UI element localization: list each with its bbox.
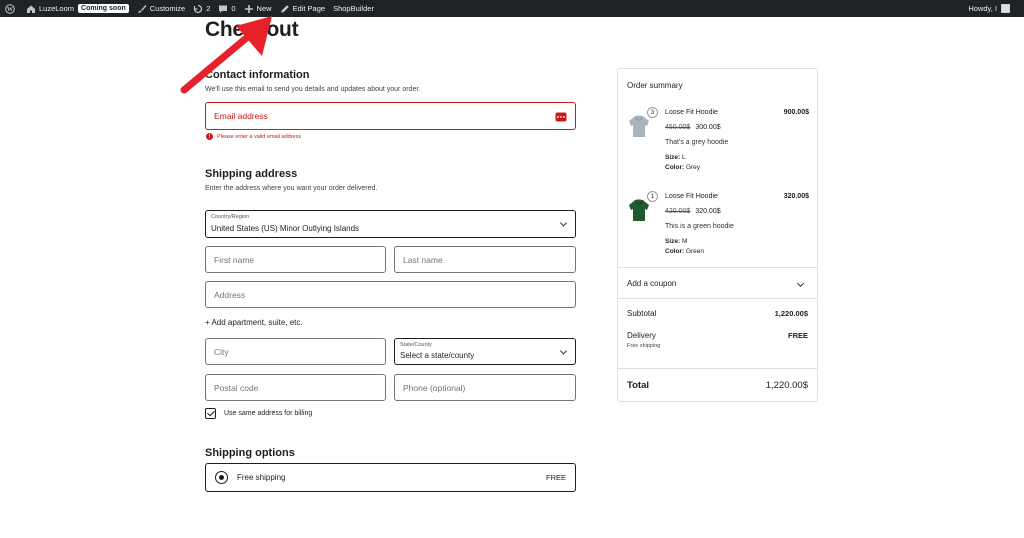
same-billing-option: Use same address for billing <box>205 408 312 419</box>
coming-soon-badge: Coming soon <box>78 4 129 13</box>
add-apartment-link[interactable]: + Add apartment, suite, etc. <box>205 318 303 327</box>
same-billing-checkbox[interactable] <box>205 408 216 419</box>
address-placeholder: Address <box>214 289 246 300</box>
item-description: That's a grey hoodie <box>665 139 729 146</box>
chevron-down-icon <box>559 346 568 355</box>
divider <box>618 368 817 369</box>
autofill-icon <box>555 112 567 122</box>
item-size: Size: M <box>665 238 688 245</box>
item-line-total: 320.00$ <box>783 193 809 200</box>
divider <box>618 298 817 299</box>
item-prices: 420.00$ 320.00$ <box>665 208 721 215</box>
first-name-field[interactable]: First name <box>205 246 386 273</box>
admin-bar-site-link[interactable]: LuzeLoom Coming soon <box>22 0 133 17</box>
shipping-address-description: Enter the address where you want your or… <box>205 185 378 192</box>
phone-placeholder: Phone (optional) <box>403 382 466 393</box>
item-size: Size: L <box>665 154 686 161</box>
cart-item: 3 Loose Fit Hoodie 900.00$ 450.00$ 300.00… <box>618 107 817 187</box>
avatar <box>1001 4 1010 13</box>
add-coupon-toggle[interactable]: Add a coupon <box>627 279 676 288</box>
state-select[interactable]: State/County Select a state/county <box>394 338 576 365</box>
shopbuilder-label: ShopBuilder <box>333 4 374 13</box>
item-prices: 450.00$ 300.00$ <box>665 124 721 131</box>
postal-code-field[interactable]: Postal code <box>205 374 386 401</box>
shipping-option-label: Free shipping <box>237 473 286 482</box>
error-icon: ! <box>206 133 213 140</box>
annotation-arrow-icon <box>180 16 272 94</box>
admin-bar-shopbuilder[interactable]: ShopBuilder <box>329 0 378 17</box>
email-error-text: Please enter a valid email address <box>217 133 302 140</box>
delivery-value: FREE <box>787 331 808 340</box>
pencil-icon <box>280 4 289 13</box>
city-placeholder: City <box>214 346 229 357</box>
delivery-method: Free shipping <box>627 343 661 349</box>
admin-bar: W LuzeLoom Coming soon Customize 2 0 New… <box>0 0 1024 17</box>
quantity-badge: 1 <box>647 191 658 202</box>
last-name-placeholder: Last name <box>403 254 443 265</box>
howdy-label: Howdy, I <box>968 4 997 13</box>
item-old-price: 450.00$ <box>665 124 691 131</box>
city-field[interactable]: City <box>205 338 386 365</box>
admin-bar-edit-page[interactable]: Edit Page <box>276 0 330 17</box>
country-label: Country/Region <box>211 214 250 220</box>
svg-text:W: W <box>7 7 13 13</box>
item-price: 320.00$ <box>695 208 721 215</box>
chevron-down-icon[interactable] <box>796 279 805 288</box>
email-error-message: ! Please enter a valid email address <box>206 133 301 140</box>
cart-item: 1 Loose Fit Hoodie 320.00$ 420.00$ 320.00… <box>618 191 817 271</box>
subtotal-label: Subtotal <box>627 309 657 318</box>
delivery-label: Delivery <box>627 331 656 340</box>
country-select[interactable]: Country/Region United States (US) Minor … <box>205 210 576 238</box>
phone-field[interactable]: Phone (optional) <box>394 374 576 401</box>
last-name-field[interactable]: Last name <box>394 246 576 273</box>
shipping-options-title: Shipping options <box>205 447 295 459</box>
postal-code-placeholder: Postal code <box>214 382 259 393</box>
subtotal-value: 1,220.00$ <box>774 309 808 318</box>
email-field[interactable]: Email address <box>205 102 576 130</box>
state-label: State/County <box>400 342 432 348</box>
state-value: Select a state/county <box>400 351 475 360</box>
total-value: 1,220.00$ <box>765 380 808 391</box>
shipping-radio[interactable] <box>215 471 228 484</box>
email-placeholder: Email address <box>214 111 268 121</box>
item-old-price: 420.00$ <box>665 208 691 215</box>
first-name-placeholder: First name <box>214 254 255 265</box>
hoodie-thumbnail <box>629 199 649 221</box>
hoodie-thumbnail <box>629 115 649 137</box>
shipping-option-price: FREE <box>545 473 566 482</box>
item-color: Color: Grey <box>665 164 701 171</box>
item-line-total: 900.00$ <box>783 109 809 116</box>
quantity-badge: 3 <box>647 107 658 118</box>
total-label: Total <box>627 380 649 391</box>
order-summary-title: Order summary <box>627 81 683 90</box>
wordpress-logo-icon[interactable]: W <box>0 0 22 17</box>
edit-page-label: Edit Page <box>292 4 326 13</box>
same-billing-label: Use same address for billing <box>224 410 313 417</box>
admin-bar-account[interactable]: Howdy, I <box>968 0 1010 17</box>
shipping-address-title: Shipping address <box>205 168 298 180</box>
item-color: Color: Green <box>665 248 705 255</box>
order-summary: Order summary 3 Loose Fit Hoodie 900.00$… <box>617 68 818 402</box>
brush-icon <box>137 4 147 13</box>
item-name[interactable]: Loose Fit Hoodie <box>665 193 718 200</box>
address-field[interactable]: Address <box>205 281 576 308</box>
chevron-down-icon <box>559 219 568 227</box>
item-price: 300.00$ <box>695 124 721 131</box>
divider <box>618 267 817 268</box>
home-icon <box>27 5 35 13</box>
shipping-option-free[interactable]: Free shipping FREE <box>205 463 576 492</box>
site-name: LuzeLoom <box>39 4 75 13</box>
item-name[interactable]: Loose Fit Hoodie <box>665 109 718 116</box>
country-value: United States (US) Minor Outlying Island… <box>211 224 360 233</box>
item-description: This is a green hoodie <box>665 223 734 230</box>
